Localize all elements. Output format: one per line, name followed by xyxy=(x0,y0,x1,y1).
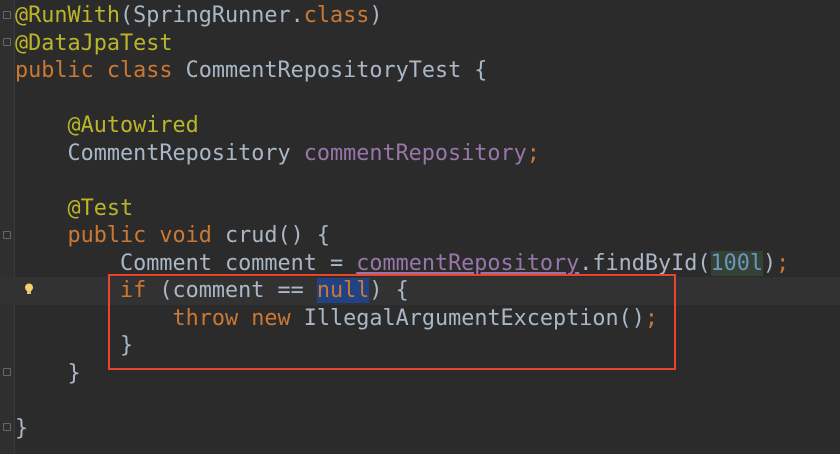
code-token: commentRepository xyxy=(356,250,580,276)
code-line[interactable] xyxy=(15,167,840,195)
code-token: } xyxy=(15,360,81,386)
fold-marker-icon[interactable] xyxy=(3,368,11,376)
code-line[interactable]: public class CommentRepositoryTest { xyxy=(15,57,840,85)
fold-marker-icon[interactable] xyxy=(3,423,11,431)
code-line[interactable]: } xyxy=(15,415,840,443)
code-line[interactable] xyxy=(15,85,840,113)
fold-marker-icon[interactable] xyxy=(3,38,11,46)
editor-gutter xyxy=(0,0,15,454)
code-token: ; xyxy=(526,140,540,166)
code-token: crud() { xyxy=(224,223,330,248)
code-line[interactable]: public void crud() { xyxy=(15,222,840,250)
code-token: @Test xyxy=(67,195,134,221)
code-line[interactable]: Comment comment = commentRepository.find… xyxy=(15,250,840,278)
fold-marker-icon[interactable] xyxy=(3,231,11,239)
code-token: ; xyxy=(776,250,790,276)
code-token: Comment comment = xyxy=(15,250,357,276)
code-line[interactable]: CommentRepository commentRepository; xyxy=(15,140,840,168)
code-line[interactable]: @Autowired xyxy=(15,112,840,140)
code-token: .findById( xyxy=(579,250,711,276)
fold-marker-icon[interactable] xyxy=(3,11,11,19)
code-token: @Autowired xyxy=(67,113,199,138)
code-line[interactable] xyxy=(15,387,840,415)
code-token: commentRepository xyxy=(303,140,527,166)
code-token: CommentRepository xyxy=(15,140,304,166)
code-token: @DataJpaTest xyxy=(15,30,173,56)
code-line[interactable]: @DataJpaTest xyxy=(15,30,840,58)
code-token: ) xyxy=(369,3,383,28)
code-token: ) xyxy=(763,250,777,276)
code-token: public class xyxy=(15,58,186,83)
code-token: @RunWith xyxy=(15,3,120,28)
highlight-box xyxy=(108,274,676,370)
code-token: class xyxy=(303,3,370,28)
code-token: (SpringRunner. xyxy=(119,3,304,28)
code-token: CommentRepositoryTest { xyxy=(185,58,488,83)
code-editor[interactable]: @RunWith(SpringRunner.class) @DataJpaTest… xyxy=(0,2,840,443)
lightbulb-icon[interactable] xyxy=(24,283,34,295)
code-token: public void xyxy=(67,223,225,248)
code-token: 100l xyxy=(710,250,764,276)
code-line[interactable]: @RunWith(SpringRunner.class) xyxy=(15,2,840,30)
code-line[interactable]: @Test xyxy=(15,195,840,223)
code-token: } xyxy=(15,415,29,441)
